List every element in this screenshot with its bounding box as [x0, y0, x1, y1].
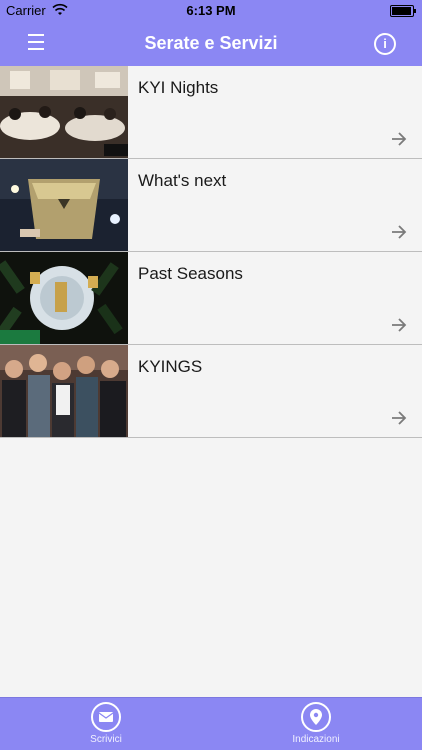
- tab-label: Indicazioni: [292, 734, 340, 745]
- clock: 6:13 PM: [186, 3, 236, 18]
- list-item-whats-next[interactable]: What's next: [0, 159, 422, 252]
- tab-bar: Scrivici Indicazioni: [0, 697, 422, 750]
- list-item-label: What's next: [138, 171, 227, 190]
- status-bar: Carrier 6:13 PM: [0, 0, 422, 22]
- arrow-right-icon: [392, 132, 407, 146]
- list-item-kyings[interactable]: KYINGS: [0, 345, 422, 438]
- envelope-icon: [91, 702, 121, 732]
- tab-label: Scrivici: [90, 734, 122, 745]
- arrow-right-icon: [392, 318, 407, 332]
- arrow-right-icon: [392, 225, 407, 239]
- map-pin-icon: [301, 702, 331, 732]
- menu-list: KYI Nights What's next Past Seasons KYIN…: [0, 66, 422, 438]
- list-item-kyi-nights[interactable]: KYI Nights: [0, 66, 422, 159]
- group-people-photo: [0, 345, 128, 437]
- restaurant-event-photo: [0, 66, 128, 158]
- list-item-label: KYINGS: [138, 357, 203, 376]
- arrow-right-icon: [392, 411, 407, 425]
- tab-scrivici[interactable]: Scrivici: [56, 702, 156, 745]
- champagne-bottles-photo: [0, 252, 128, 344]
- list-item-past-seasons[interactable]: Past Seasons: [0, 252, 422, 345]
- navigation-bar: Serate e Servizi i: [0, 22, 422, 66]
- list-item-label: Past Seasons: [138, 264, 243, 283]
- info-icon[interactable]: i: [374, 33, 396, 55]
- page-title: Serate e Servizi: [144, 33, 278, 53]
- list-item-label: KYI Nights: [138, 78, 219, 97]
- champagne-bucket-photo: [0, 159, 128, 251]
- tab-indicazioni[interactable]: Indicazioni: [266, 702, 366, 745]
- battery-icon: [390, 5, 416, 17]
